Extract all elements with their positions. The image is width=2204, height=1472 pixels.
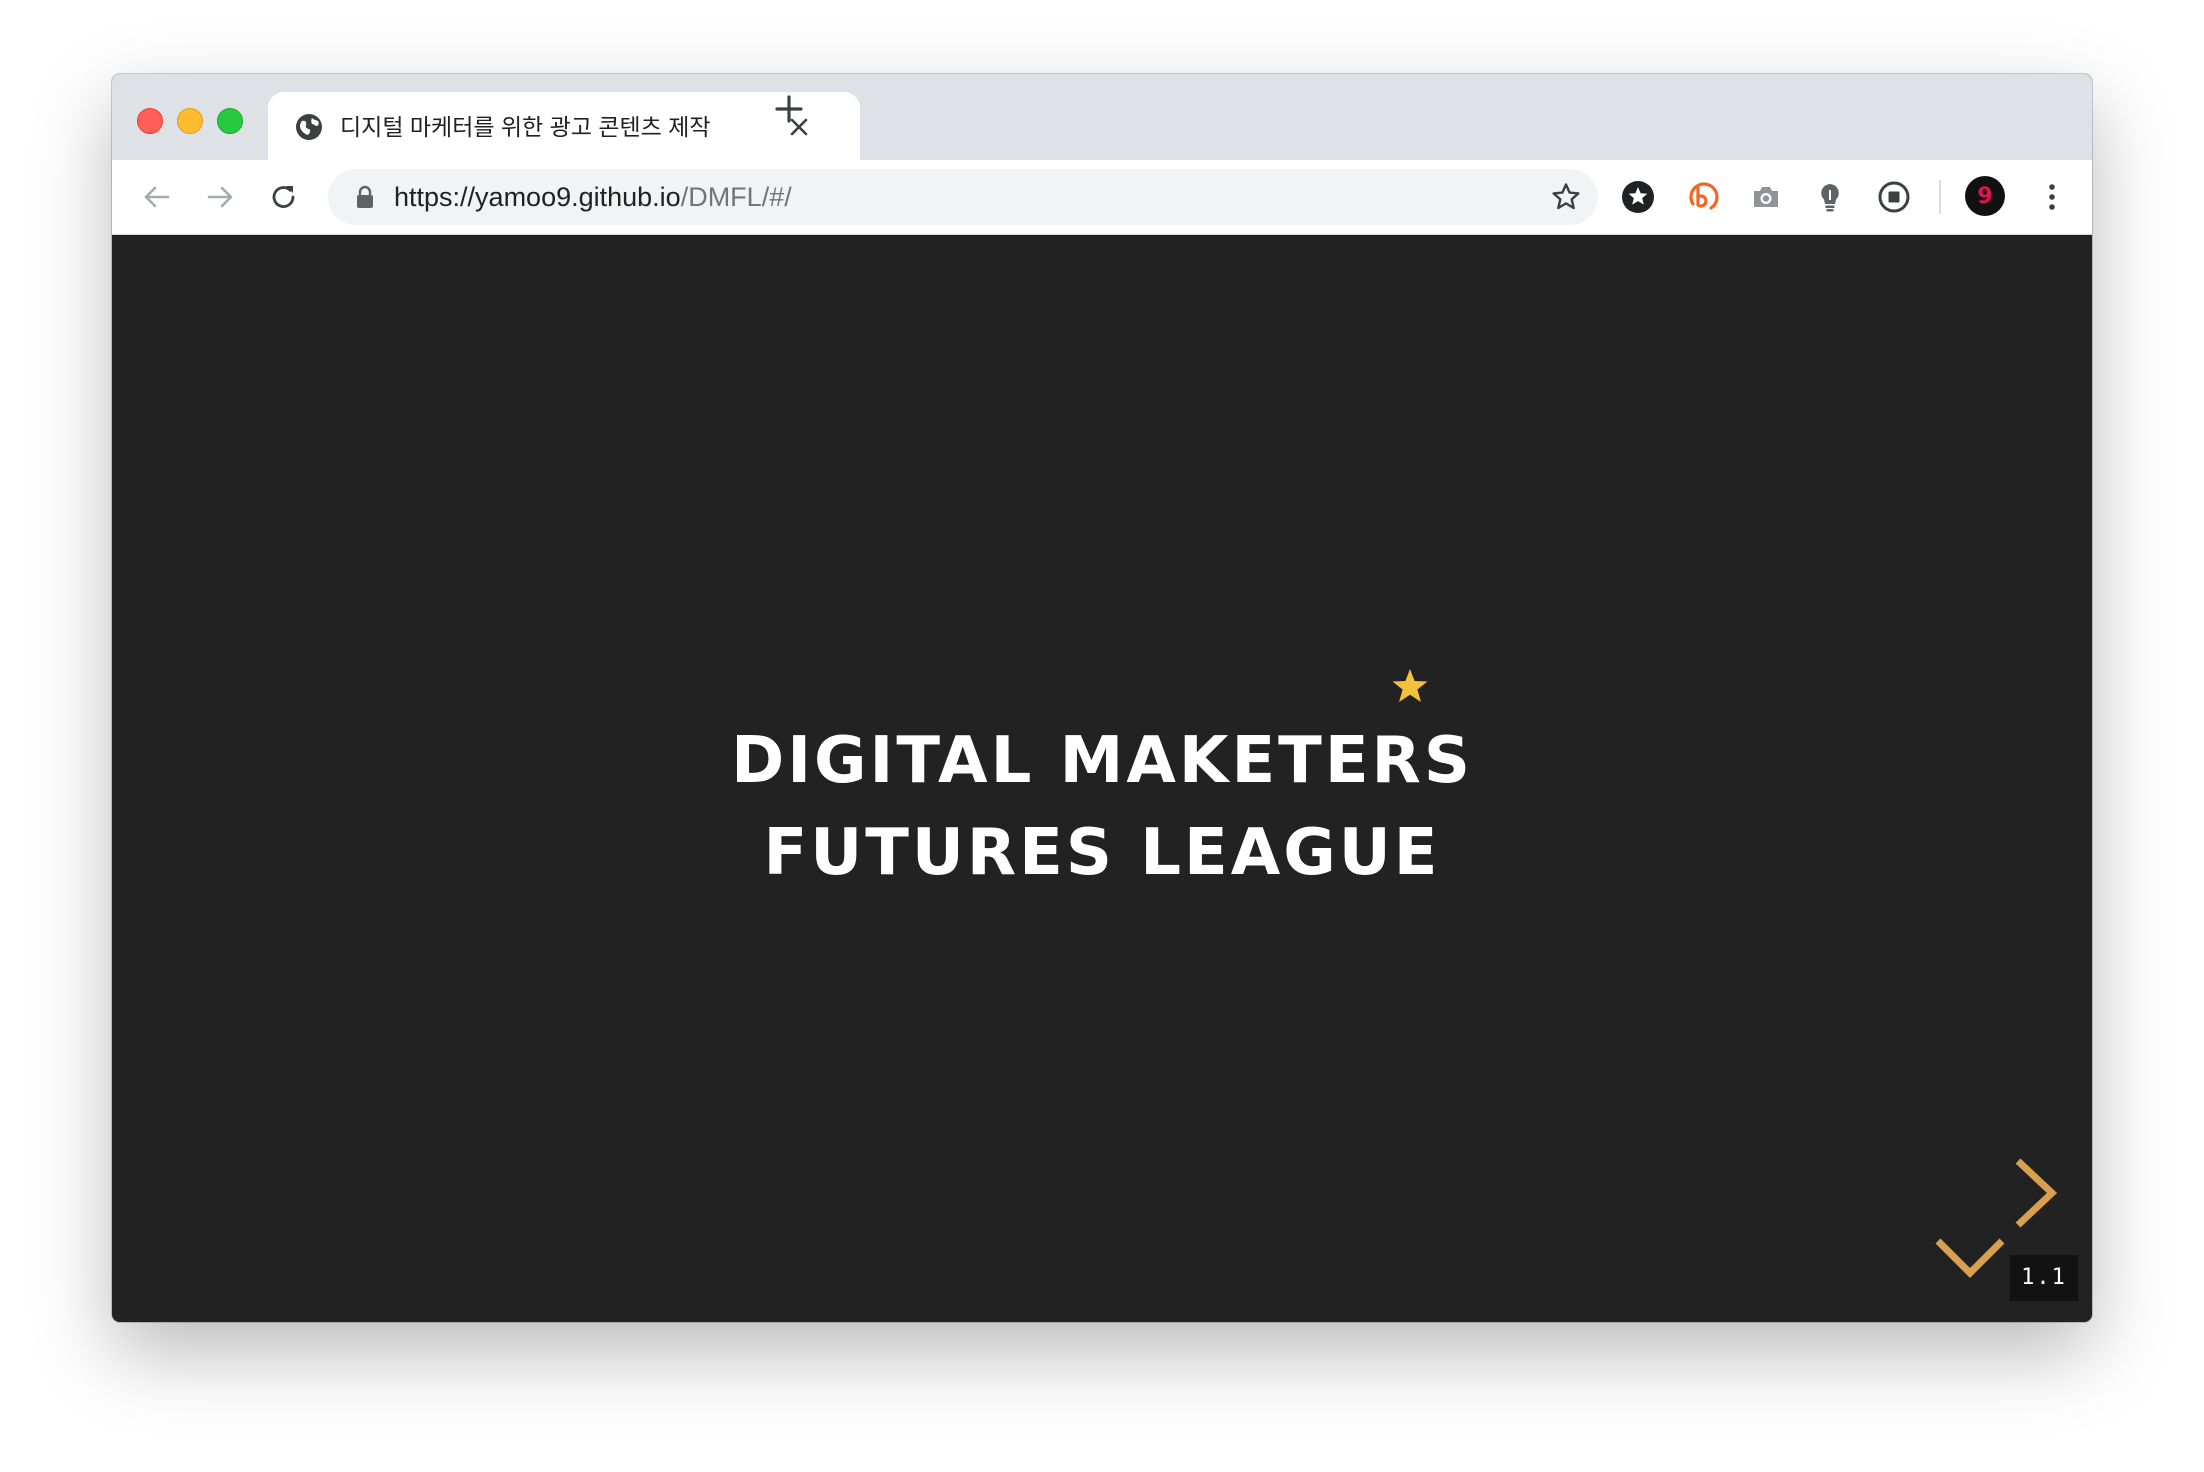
window-maximize-button[interactable] xyxy=(217,108,243,134)
globe-icon xyxy=(294,112,324,142)
reload-button[interactable] xyxy=(266,179,302,215)
arrow-left-icon xyxy=(144,186,170,208)
lightbulb-extension-icon[interactable] xyxy=(1812,179,1848,215)
slide-title: DIGITAL MAKETERS FUTURES LEAGUE xyxy=(112,715,2092,899)
bookmark-star-icon[interactable] xyxy=(1550,181,1582,213)
new-tab-button[interactable] xyxy=(772,92,806,126)
profile-label: 9 xyxy=(1977,184,1992,209)
accent-star-icon xyxy=(1390,667,1430,707)
address-bar[interactable]: https://yamoo9.github.io/DMFL/#/ xyxy=(328,169,1598,225)
star-extension-icon[interactable] xyxy=(1620,179,1656,215)
kebab-menu-icon[interactable] xyxy=(2034,179,2070,215)
camera-extension-icon[interactable] xyxy=(1748,179,1784,215)
lock-icon[interactable] xyxy=(354,185,376,209)
browser-window: 디지털 마케터를 위한 광고 콘텐츠 제작 https://yamoo9.git… xyxy=(112,74,2092,1322)
slide-viewport: DIGITAL MAKETERS FUTURES LEAGUE 1.1 xyxy=(112,235,2092,1322)
tab-title: 디지털 마케터를 위한 광고 콘텐츠 제작 xyxy=(340,114,711,140)
arrow-right-icon xyxy=(207,186,233,208)
slide-number: 1.1 xyxy=(2010,1255,2078,1301)
toolbar-separator xyxy=(1939,180,1941,214)
profile-avatar[interactable]: 9 xyxy=(1964,175,2006,217)
browser-toolbar: https://yamoo9.github.io/DMFL/#/ 9 xyxy=(112,160,2092,235)
back-button[interactable] xyxy=(139,179,175,215)
b-extension-icon[interactable] xyxy=(1684,179,1720,215)
reload-icon xyxy=(272,186,295,208)
forward-button[interactable] xyxy=(202,179,238,215)
stop-extension-icon[interactable] xyxy=(1876,179,1912,215)
slide-title-line-1: DIGITAL MAKETERS xyxy=(731,724,1473,798)
plus-icon xyxy=(775,95,803,123)
url-domain: yamoo9.github.io xyxy=(475,182,681,212)
window-minimize-button[interactable] xyxy=(177,108,203,134)
next-subslide-chevron-down-icon[interactable] xyxy=(1932,1235,2008,1281)
slide-title-line-2: FUTURES LEAGUE xyxy=(763,816,1441,890)
tab-strip: 디지털 마케터를 위한 광고 콘텐츠 제작 xyxy=(112,74,2092,160)
next-slide-chevron-right-icon[interactable] xyxy=(2010,1155,2060,1231)
url-path: /DMFL/#/ xyxy=(680,182,792,212)
url-text: https://yamoo9.github.io/DMFL/#/ xyxy=(394,169,792,225)
url-scheme: https:// xyxy=(394,182,476,212)
window-close-button[interactable] xyxy=(137,108,163,134)
